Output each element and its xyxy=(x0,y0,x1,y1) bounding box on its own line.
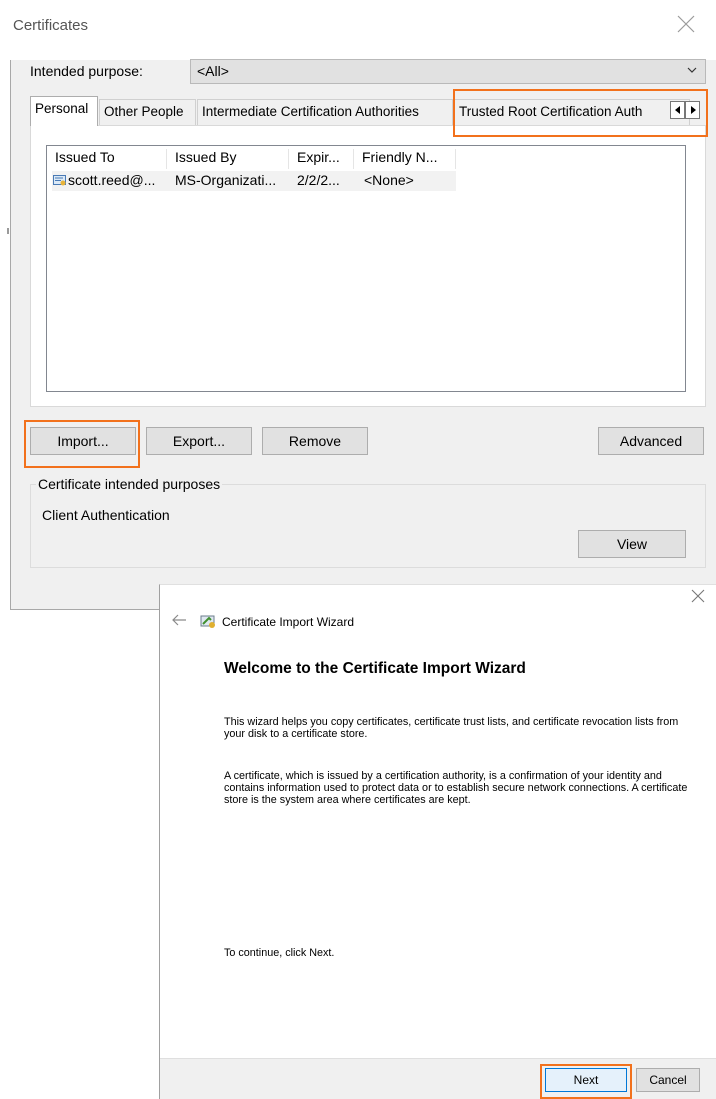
column-separator xyxy=(353,149,354,169)
chevron-down-icon xyxy=(687,67,697,73)
wizard-paragraph-1: This wizard helps you copy certificates,… xyxy=(224,716,679,740)
wizard-continue-text: To continue, click Next. xyxy=(224,947,335,959)
column-separator xyxy=(455,149,456,169)
certificate-icon xyxy=(53,175,66,186)
certificates-titlebar xyxy=(10,0,716,60)
wizard-heading: Welcome to the Certificate Import Wizard xyxy=(224,660,526,677)
tab-personal[interactable]: Personal xyxy=(30,96,98,126)
cell-expiration: 2/2/2... xyxy=(297,172,340,188)
export-button[interactable]: Export... xyxy=(146,427,252,455)
column-friendly-name[interactable]: Friendly N... xyxy=(362,149,437,165)
wizard-icon xyxy=(200,615,215,628)
column-separator xyxy=(288,149,289,169)
advanced-button[interactable]: Advanced xyxy=(598,427,704,455)
wizard-footer xyxy=(160,1058,716,1099)
cell-issued-by: MS-Organizati... xyxy=(175,172,277,188)
highlight-trusted-root-tab xyxy=(453,89,708,137)
certificates-title: Certificates xyxy=(13,17,89,34)
column-separator xyxy=(166,149,167,169)
column-expiration[interactable]: Expir... xyxy=(297,149,340,165)
wizard-title: Certificate Import Wizard xyxy=(222,615,355,629)
intended-purpose-label: Intended purpose: xyxy=(30,63,143,79)
purposes-value: Client Authentication xyxy=(42,507,170,523)
intended-purpose-value: <All> xyxy=(197,63,229,79)
intended-purpose-select[interactable]: <All> xyxy=(190,59,706,84)
cell-issued-to: scott.reed@... xyxy=(68,172,156,188)
purposes-group-label: Certificate intended purposes xyxy=(36,476,223,492)
highlight-import-button xyxy=(24,420,140,468)
tab-intermediate-ca[interactable]: Intermediate Certification Authorities xyxy=(197,99,453,125)
remove-button[interactable]: Remove xyxy=(262,427,368,455)
highlight-next-button xyxy=(540,1064,632,1099)
window-edge-marker xyxy=(7,228,9,234)
close-icon[interactable] xyxy=(688,586,708,606)
cell-friendly-name: <None> xyxy=(364,172,414,188)
view-button[interactable]: View xyxy=(578,530,686,558)
wizard-paragraph-2: A certificate, which is issued by a cert… xyxy=(224,770,688,806)
back-arrow-icon[interactable] xyxy=(170,612,188,628)
close-icon[interactable] xyxy=(674,12,698,36)
column-issued-by[interactable]: Issued By xyxy=(175,149,236,165)
tab-other-people[interactable]: Other People xyxy=(99,99,196,125)
column-issued-to[interactable]: Issued To xyxy=(55,149,115,165)
cancel-button[interactable]: Cancel xyxy=(636,1068,700,1092)
